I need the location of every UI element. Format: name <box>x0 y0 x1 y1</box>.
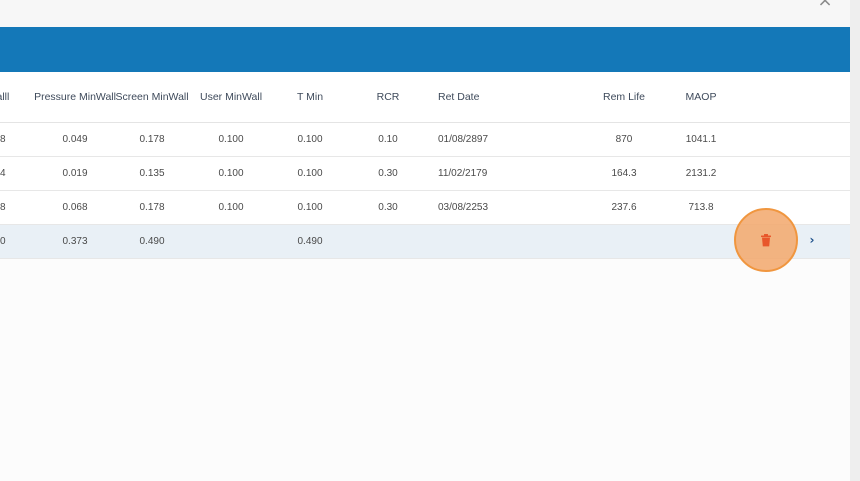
cell-ret-date: 03/08/2253 <box>438 202 489 213</box>
table-row-selected[interactable]: 00 0.373 0.490 0.490 <box>0 225 850 259</box>
cell-user-min-wall: 0.100 <box>218 168 244 179</box>
cell-screen-min-wall: 0.178 <box>139 202 165 213</box>
delete-row-button[interactable] <box>734 208 798 272</box>
cell-screen-min-wall: 0.490 <box>139 236 165 247</box>
table-row[interactable]: 38 0.049 0.178 0.100 0.100 0.10 01/08/28… <box>0 123 850 157</box>
cell-pressure-min-wall: 0.068 <box>62 202 88 213</box>
cell-rcr: 0.10 <box>378 134 398 145</box>
table-header-row: nalll Pressure MinWall Screen MinWall Us… <box>0 72 850 123</box>
cell-rem-life <box>590 225 658 258</box>
cell-maop: 1041.1 <box>685 134 717 145</box>
col-header-t-min[interactable]: T Min <box>280 72 340 122</box>
cell-rem-life: 164.3 <box>611 168 637 179</box>
cell-screen-min-wall: 0.178 <box>139 134 165 145</box>
dialog-top-strip <box>0 0 850 27</box>
cell-nominal-wall: 38 <box>0 202 6 213</box>
col-header-maop[interactable]: MAOP <box>670 72 732 122</box>
cell-ret-date: 01/08/2897 <box>438 134 489 145</box>
col-header-screen-min-wall[interactable]: Screen Min Wall <box>115 72 188 122</box>
dialog-header-bar <box>0 27 850 72</box>
cell-user-min-wall: 0.100 <box>218 202 244 213</box>
cell-pressure-min-wall: 0.373 <box>62 236 88 247</box>
trash-icon <box>761 233 771 246</box>
col-header-user-min-wall[interactable]: User Min Wall <box>200 72 262 122</box>
details-dialog: × nalll Pressure MinWall Screen MinWall … <box>0 0 850 481</box>
wall-thickness-table: nalll Pressure MinWall Screen MinWall Us… <box>0 72 850 259</box>
cell-screen-min-wall: 0.135 <box>139 168 165 179</box>
cell-user-min-wall <box>200 225 262 258</box>
cell-ret-date <box>438 225 538 258</box>
cell-nominal-wall: 00 <box>0 236 6 247</box>
cell-maop: 713.8 <box>688 202 714 213</box>
cell-maop: 2131.2 <box>685 168 717 179</box>
table-row[interactable]: 54 0.019 0.135 0.100 0.100 0.30 11/02/21… <box>0 157 850 191</box>
cell-nominal-wall: 38 <box>0 134 6 145</box>
chevron-right-icon[interactable]: › <box>804 232 820 248</box>
cell-t-min: 0.490 <box>297 236 323 247</box>
cell-pressure-min-wall: 0.049 <box>62 134 88 145</box>
cell-rem-life: 870 <box>615 134 633 145</box>
cell-rcr: 0.30 <box>378 168 398 179</box>
cell-maop <box>670 225 732 258</box>
cell-nominal-wall: 54 <box>0 168 6 179</box>
col-header-pressure-min-wall[interactable]: Pressure Min Wall <box>34 72 116 122</box>
col-header-rcr[interactable]: RCR <box>362 72 414 122</box>
cell-ret-date: 11/02/2179 <box>438 168 488 179</box>
cell-rcr <box>362 225 414 258</box>
cell-t-min: 0.100 <box>297 134 323 145</box>
col-header-nominal-wall[interactable]: nalll <box>0 72 20 122</box>
table-row[interactable]: 38 0.068 0.178 0.100 0.100 0.30 03/08/22… <box>0 191 850 225</box>
col-header-ret-date[interactable]: Ret Date <box>438 72 538 122</box>
cell-rcr: 0.30 <box>378 202 398 213</box>
cell-rem-life: 237.6 <box>611 202 637 213</box>
cell-t-min: 0.100 <box>297 168 323 179</box>
cell-t-min: 0.100 <box>297 202 323 213</box>
cell-user-min-wall: 0.100 <box>218 134 244 145</box>
cell-pressure-min-wall: 0.019 <box>62 168 88 179</box>
col-header-rem-life[interactable]: Rem Life <box>590 72 658 122</box>
close-icon[interactable]: × <box>816 0 834 10</box>
